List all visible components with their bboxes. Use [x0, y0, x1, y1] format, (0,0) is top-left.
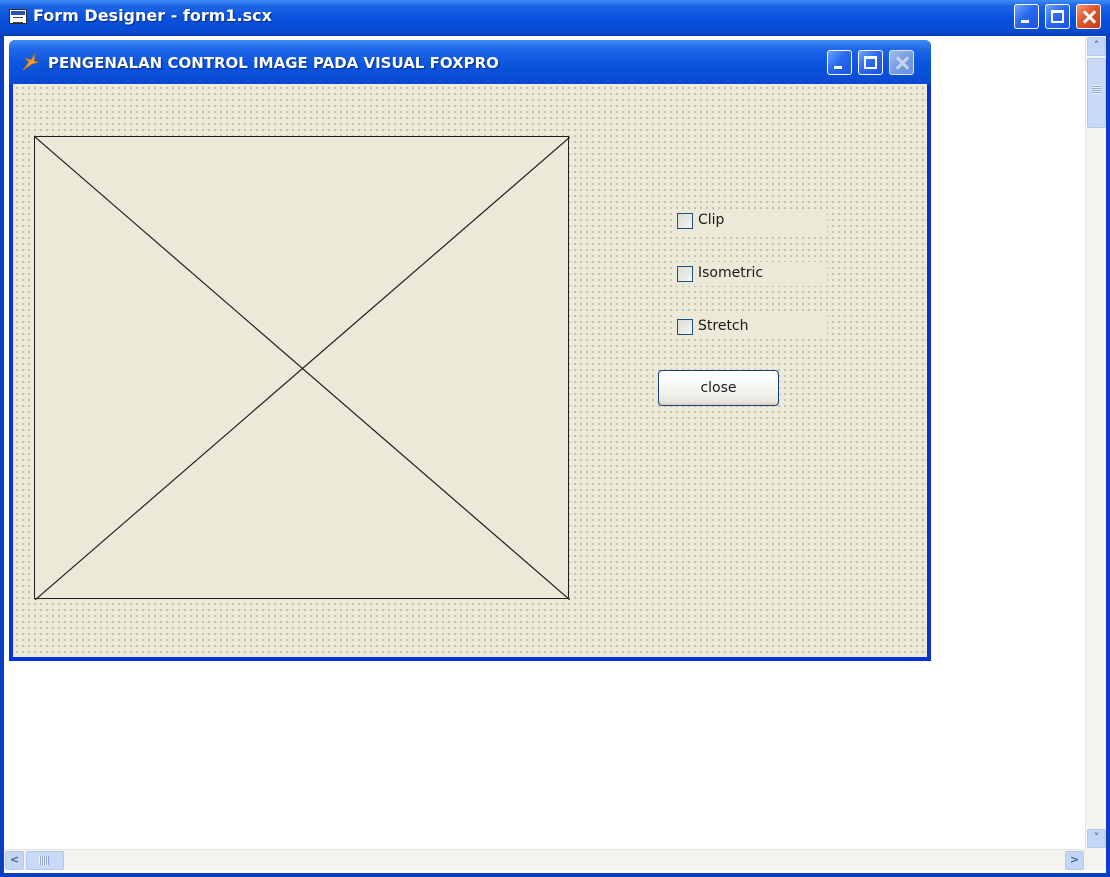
designer-titlebar[interactable]: Form Designer - form1.scx — [0, 0, 1110, 36]
horizontal-scroll-thumb[interactable] — [26, 851, 64, 870]
scroll-down-arrow-icon[interactable]: ˅ — [1087, 829, 1106, 848]
checkbox-label: Stretch — [698, 318, 749, 334]
form-maximize-button[interactable] — [858, 50, 883, 75]
checkbox-isometric[interactable]: Isometric — [675, 262, 827, 286]
image-placeholder-cross — [35, 137, 570, 600]
size-grip[interactable] — [1085, 849, 1106, 870]
form-designer-icon — [9, 9, 27, 24]
designer-maximize-button[interactable] — [1045, 4, 1070, 29]
minimize-icon — [1021, 20, 1029, 23]
close-button[interactable]: close — [658, 370, 779, 406]
scroll-right-arrow-icon[interactable]: > — [1065, 851, 1084, 870]
form-body-grid[interactable]: Clip Isometric Stretch close — [13, 84, 927, 657]
form-title: PENGENALAN CONTROL IMAGE PADA VISUAL FOX… — [48, 54, 499, 72]
maximize-icon — [1051, 10, 1064, 23]
designer-minimize-button[interactable] — [1014, 4, 1039, 29]
checkbox-label: Isometric — [698, 265, 764, 281]
form-close-button — [889, 50, 914, 75]
form-designer-window: Form Designer - form1.scx ˄ ˅ < > PENGEN… — [0, 0, 1110, 877]
checkbox-icon[interactable] — [677, 319, 693, 335]
foxpro-fox-icon — [22, 53, 40, 71]
form-minimize-button[interactable] — [827, 50, 852, 75]
image-control[interactable] — [34, 136, 570, 600]
designed-form-window[interactable]: PENGENALAN CONTROL IMAGE PADA VISUAL FOX… — [9, 40, 931, 661]
checkbox-icon[interactable] — [677, 266, 693, 282]
minimize-icon — [834, 66, 842, 69]
checkbox-stretch[interactable]: Stretch — [675, 315, 827, 339]
vertical-scroll-thumb[interactable] — [1087, 58, 1106, 128]
form-titlebar[interactable]: PENGENALAN CONTROL IMAGE PADA VISUAL FOX… — [9, 40, 931, 84]
horizontal-scrollbar[interactable]: < > — [4, 849, 1085, 870]
designer-close-button[interactable] — [1076, 4, 1101, 29]
scroll-left-arrow-icon[interactable]: < — [5, 851, 24, 870]
vertical-scrollbar[interactable]: ˄ ˅ — [1085, 36, 1106, 849]
maximize-icon — [864, 56, 877, 69]
designer-title: Form Designer - form1.scx — [33, 6, 272, 25]
checkbox-icon[interactable] — [677, 213, 693, 229]
close-icon — [1077, 5, 1100, 28]
checkbox-label: Clip — [698, 212, 725, 228]
close-icon — [890, 51, 913, 74]
scroll-up-arrow-icon[interactable]: ˄ — [1087, 37, 1106, 56]
checkbox-clip[interactable]: Clip — [675, 209, 827, 233]
